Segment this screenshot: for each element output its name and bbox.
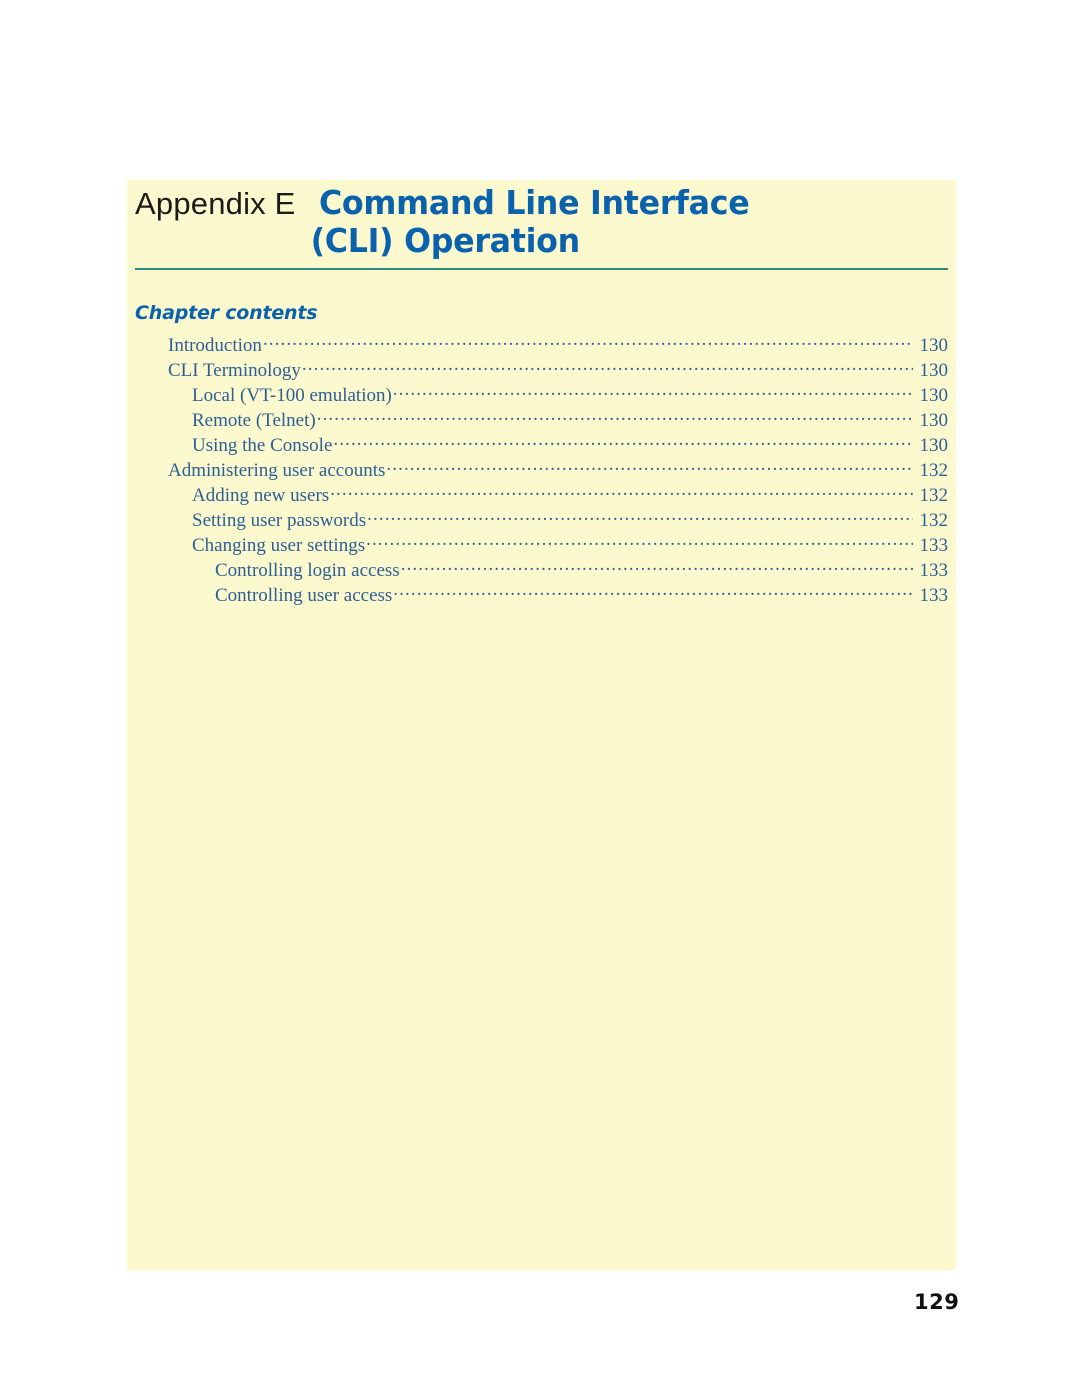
toc-entry[interactable]: Adding new users 132 bbox=[135, 482, 948, 507]
toc-entry-label: Remote (Telnet) bbox=[192, 410, 316, 431]
toc-entry[interactable]: CLI Terminology 130 bbox=[135, 357, 948, 382]
toc-entry[interactable]: Remote (Telnet) 130 bbox=[135, 407, 948, 432]
toc-dot-leader bbox=[401, 557, 913, 576]
chapter-title-line-1: Appendix E Command Line Interface bbox=[127, 180, 956, 219]
page-number-folio: 129 bbox=[914, 1290, 960, 1314]
toc-entry-label: Changing user settings bbox=[192, 535, 366, 556]
toc-dot-leader bbox=[302, 357, 913, 376]
toc-entry-page-number: 133 bbox=[919, 560, 949, 581]
chapter-title-main-line-1: Command Line Interface bbox=[318, 183, 750, 222]
toc-entry-page-number: 132 bbox=[919, 460, 949, 481]
page-content-panel: Appendix E Command Line Interface (CLI) O… bbox=[127, 180, 956, 1270]
toc-entry-label: Controlling user access bbox=[215, 585, 393, 606]
toc-dot-leader bbox=[330, 482, 913, 501]
chapter-title-block: Appendix E Command Line Interface (CLI) O… bbox=[127, 180, 956, 257]
toc-dot-leader bbox=[366, 532, 913, 551]
table-of-contents: Introduction130CLI Terminology130Local (… bbox=[135, 332, 948, 607]
toc-entry-label: Controlling login access bbox=[215, 560, 400, 581]
toc-dot-leader bbox=[393, 582, 913, 601]
appendix-label: Appendix E bbox=[135, 186, 296, 221]
toc-entry-page-number: 133 bbox=[919, 535, 949, 556]
toc-entry-page-number: 133 bbox=[919, 585, 949, 606]
toc-entry-label: Using the Console bbox=[192, 435, 333, 456]
toc-dot-leader bbox=[386, 457, 913, 476]
toc-dot-leader bbox=[317, 407, 913, 426]
toc-entry[interactable]: Controlling user access 133 bbox=[135, 582, 948, 607]
toc-entry-page-number: 130 bbox=[919, 385, 949, 406]
chapter-title-line-2: (CLI) Operation bbox=[127, 219, 956, 257]
toc-entry[interactable]: Setting user passwords 132 bbox=[135, 507, 948, 532]
toc-entry-page-number: 130 bbox=[919, 335, 949, 356]
toc-entry[interactable]: Local (VT-100 emulation) 130 bbox=[135, 382, 948, 407]
title-divider-rule bbox=[135, 268, 948, 270]
toc-entry[interactable]: Controlling login access 133 bbox=[135, 557, 948, 582]
toc-entry-label: CLI Terminology bbox=[168, 360, 301, 381]
toc-entry-page-number: 130 bbox=[919, 360, 949, 381]
toc-entry[interactable]: Introduction 130 bbox=[135, 332, 948, 357]
toc-entry[interactable]: Using the Console 130 bbox=[135, 432, 948, 457]
toc-entry[interactable]: Changing user settings 133 bbox=[135, 532, 948, 557]
toc-entry-label: Introduction bbox=[168, 335, 262, 356]
toc-entry-page-number: 132 bbox=[919, 510, 949, 531]
toc-entry[interactable]: Administering user accounts 132 bbox=[135, 457, 948, 482]
toc-entry-label: Administering user accounts bbox=[168, 460, 386, 481]
toc-dot-leader bbox=[393, 382, 913, 401]
toc-entry-label: Setting user passwords bbox=[192, 510, 367, 531]
toc-entry-page-number: 130 bbox=[919, 435, 949, 456]
toc-dot-leader bbox=[263, 332, 913, 351]
toc-entry-label: Adding new users bbox=[192, 485, 330, 506]
chapter-contents-heading: Chapter contents bbox=[135, 302, 318, 324]
toc-entry-page-number: 132 bbox=[919, 485, 949, 506]
toc-entry-page-number: 130 bbox=[919, 410, 949, 431]
toc-entry-label: Local (VT-100 emulation) bbox=[192, 385, 392, 406]
chapter-title-main-line-2: (CLI) Operation bbox=[310, 221, 581, 260]
toc-dot-leader bbox=[367, 507, 913, 526]
toc-dot-leader bbox=[333, 432, 913, 451]
